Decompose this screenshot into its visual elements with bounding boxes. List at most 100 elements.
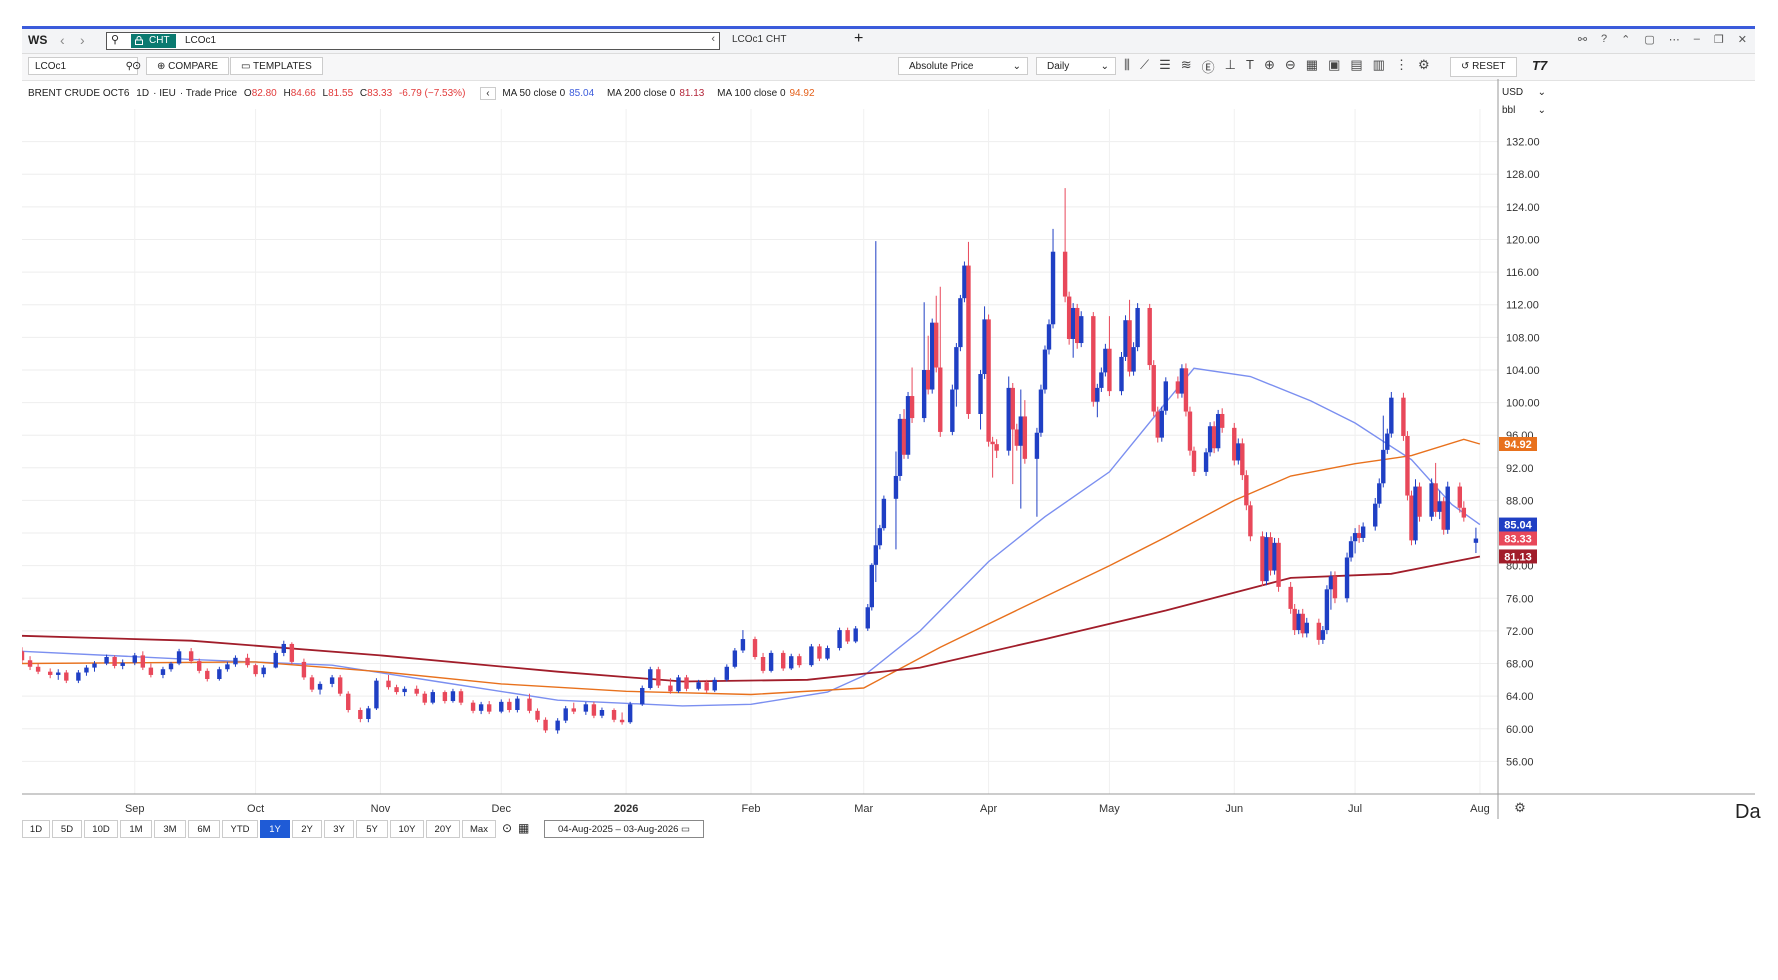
candle-body	[555, 720, 560, 731]
candle-body	[414, 688, 419, 694]
candle-body	[197, 661, 202, 671]
x-tick-label: Feb	[741, 803, 760, 815]
candle-body	[789, 656, 794, 669]
range-1m[interactable]: 1M	[120, 820, 152, 838]
settings-icon[interactable]: ⊙	[502, 821, 512, 835]
range-3y[interactable]: 3Y	[324, 820, 354, 838]
candle-body	[825, 648, 830, 659]
candle-body	[962, 265, 967, 299]
x-tick-label: Dec	[491, 803, 511, 815]
candle-body	[1417, 486, 1422, 517]
candle-body	[724, 666, 730, 680]
candle-body	[1441, 501, 1446, 530]
calendar-icon: ▭	[681, 824, 691, 835]
candle-body	[225, 664, 230, 670]
y-tick-label: 56.00	[1506, 756, 1534, 768]
range-10y[interactable]: 10Y	[390, 820, 424, 838]
candle-body	[1377, 483, 1382, 504]
candle-body	[1207, 426, 1213, 453]
candle-body	[140, 655, 146, 668]
candle-body	[1320, 630, 1326, 640]
candle-body	[901, 418, 907, 455]
candle-body	[76, 672, 81, 681]
range-2y[interactable]: 2Y	[292, 820, 322, 838]
calendar-grid-icon[interactable]: ▦	[518, 821, 529, 835]
range-10d[interactable]: 10D	[84, 820, 118, 838]
range-ytd[interactable]: YTD	[222, 820, 258, 838]
range-5d[interactable]: 5D	[52, 820, 82, 838]
candle-body	[934, 322, 939, 368]
candle-body	[64, 672, 69, 681]
candle-body	[176, 651, 182, 664]
y-tick-label: 68.00	[1506, 659, 1534, 671]
candle-body	[1187, 411, 1193, 451]
candle-body	[611, 710, 617, 720]
candle-body	[938, 367, 943, 432]
candle-body	[1123, 320, 1128, 357]
range-bar: 1D 5D 10D 1M 3M 6M YTD 1Y 2Y 3Y 5Y 10Y 20Y Max ⊙ ▦ 04…	[22, 820, 1755, 840]
candle-body	[950, 389, 955, 432]
price-chart[interactable]: 56.0060.0064.0068.0072.0076.0080.0084.00…	[22, 29, 1755, 819]
candle-body	[346, 693, 351, 711]
candle-body	[905, 396, 911, 455]
candle-body	[515, 698, 520, 711]
candle-body	[1268, 537, 1273, 571]
candle-body	[1050, 251, 1056, 325]
candle-body	[583, 704, 589, 712]
candle-body	[478, 704, 484, 711]
candle-body	[1191, 450, 1197, 472]
candle-body	[1328, 576, 1334, 590]
candle-body	[261, 667, 266, 675]
candle-body	[273, 652, 278, 668]
candle-body	[1006, 387, 1011, 451]
candle-body	[966, 265, 971, 414]
candle-body	[1288, 586, 1293, 609]
candle-body	[1107, 348, 1112, 392]
candle-body	[1131, 347, 1136, 372]
x-tick-label: Oct	[247, 803, 264, 815]
candle-body	[458, 691, 464, 703]
candle-body	[1473, 538, 1479, 543]
range-5y[interactable]: 5Y	[356, 820, 388, 838]
candle-body	[1437, 501, 1442, 512]
x-tick-label: Apr	[980, 803, 997, 815]
date-to: 03-Aug-2026	[623, 824, 679, 835]
candle-body	[978, 374, 983, 414]
range-6m[interactable]: 6M	[188, 820, 220, 838]
candle-body	[704, 682, 709, 691]
candle-body	[1236, 443, 1241, 461]
axis-settings-icon: ⚙	[1514, 801, 1526, 816]
candle-body	[148, 667, 154, 675]
candle-body	[1147, 307, 1152, 366]
candle-body	[337, 677, 343, 694]
candle-body	[809, 646, 814, 666]
candle-body	[640, 687, 645, 705]
candle-body	[1103, 348, 1108, 373]
candle-body	[422, 693, 427, 703]
candle-body	[430, 692, 436, 703]
range-20y[interactable]: 20Y	[426, 820, 460, 838]
range-1y[interactable]: 1Y	[260, 820, 290, 838]
candle-body	[92, 663, 97, 668]
candle-body	[233, 657, 238, 665]
candle-body	[27, 660, 33, 667]
candle-body	[104, 657, 109, 664]
candle-body	[1360, 526, 1366, 538]
candle-body	[599, 710, 605, 716]
candle-body	[1211, 426, 1217, 449]
candle-body	[1042, 349, 1048, 390]
date-range-picker[interactable]: 04-Aug-2025 – 03-Aug-2026 ▭	[544, 820, 704, 838]
range-3m[interactable]: 3M	[154, 820, 186, 838]
date-from: 04-Aug-2025	[557, 824, 613, 835]
y-tick-label: 60.00	[1506, 724, 1534, 736]
range-1d[interactable]: 1D	[22, 820, 50, 838]
candle-body	[619, 719, 625, 723]
candle-body	[499, 701, 504, 712]
candle-body	[1348, 541, 1354, 558]
candle-body	[1018, 416, 1024, 446]
candle-body	[442, 692, 448, 702]
candle-body	[780, 652, 786, 669]
range-max[interactable]: Max	[462, 820, 496, 838]
candle-body	[1260, 536, 1265, 582]
candle-body	[22, 651, 25, 661]
